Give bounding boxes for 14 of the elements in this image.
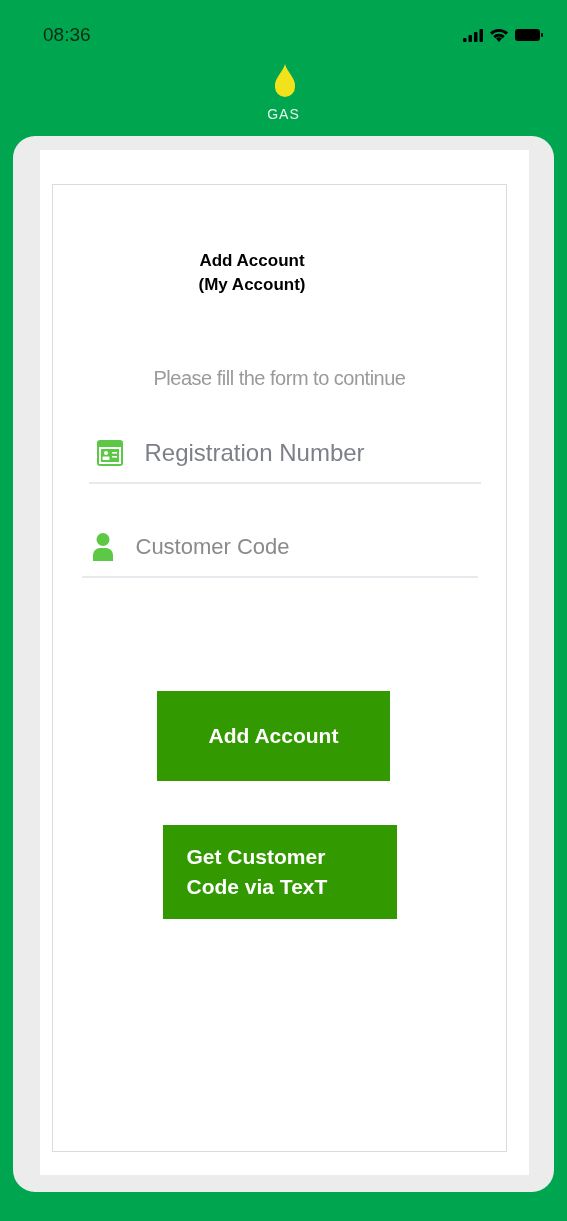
status-time: 08:36	[43, 24, 91, 46]
logo-text: GAS	[267, 106, 300, 122]
form-title: Add Account (My Account)	[198, 250, 306, 296]
person-icon	[92, 533, 113, 561]
battery-icon	[515, 29, 543, 41]
flame-icon	[273, 64, 296, 98]
get-code-button[interactable]: Get Customer Code via TexT	[162, 825, 397, 919]
form-subtitle: Please fill the form to continue	[153, 367, 406, 390]
id-card-icon	[96, 440, 123, 466]
add-account-button[interactable]: Add Account	[157, 691, 390, 781]
signal-icon	[463, 28, 483, 42]
wifi-icon	[489, 28, 509, 42]
input-field[interactable]: Customer Code	[133, 533, 458, 561]
input-field[interactable]: Registration Number	[142, 438, 467, 468]
